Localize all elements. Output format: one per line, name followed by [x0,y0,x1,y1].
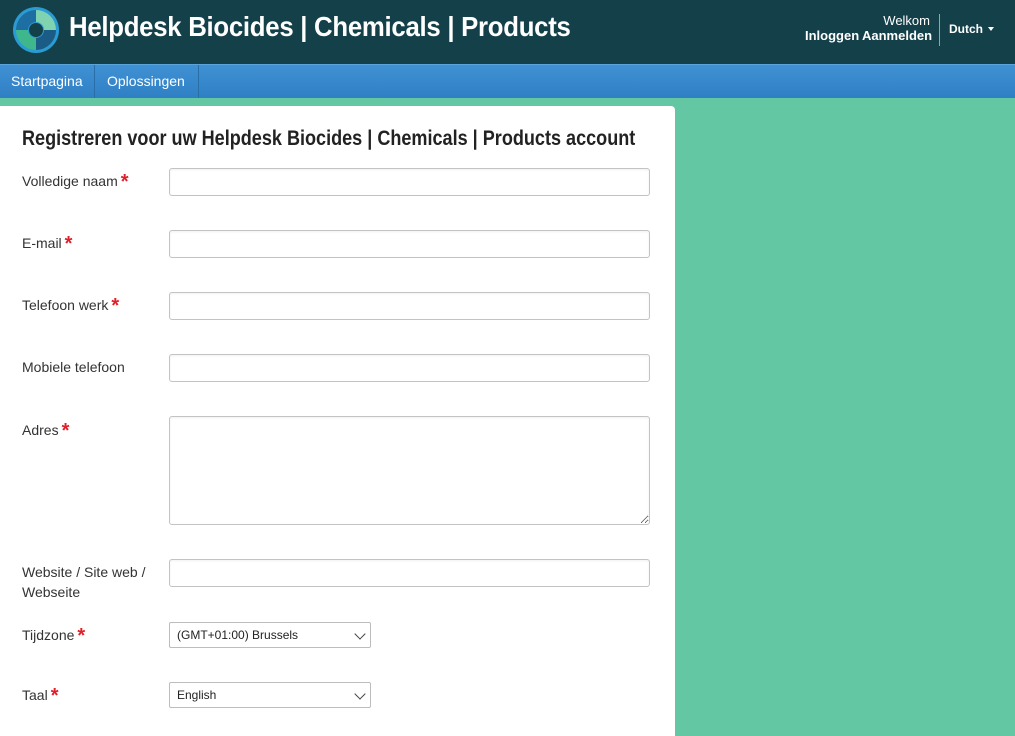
address-label: Adres * [22,420,70,442]
website-label: Website / Site web / Webseite [22,564,146,600]
required-marker: * [120,171,129,193]
chevron-down-icon [354,688,366,700]
form-title: Registreren voor uw Helpdesk Biocides | … [22,127,636,150]
timezone-value: (GMT+01:00) Brussels [177,628,299,642]
welcome-text: Welkom [883,13,930,28]
required-marker: * [77,625,86,647]
language-label: Dutch [949,22,983,36]
timezone-select[interactable]: (GMT+01:00) Brussels [169,622,371,648]
full-name-label: Volledige naam * [22,171,129,193]
nav-item-startpagina[interactable]: Startpagina [0,65,95,98]
header-divider [939,14,940,46]
login-link[interactable]: Inloggen [805,28,859,43]
nav-item-oplossingen[interactable]: Oplossingen [94,65,199,98]
work-phone-input[interactable] [169,292,650,320]
top-header: Helpdesk Biocides | Chemicals | Products… [0,0,1015,64]
signup-link[interactable]: Aanmelden [862,28,932,43]
email-label: E-mail * [22,233,73,255]
brand-title: Helpdesk Biocides | Chemicals | Products [69,11,571,42]
required-marker: * [50,685,59,707]
required-marker: * [61,420,70,442]
timezone-label: Tijdzone * [22,625,86,647]
main-nav: Startpagina Oplossingen [0,64,1015,98]
full-name-input[interactable] [169,168,650,196]
mobile-phone-input[interactable] [169,354,650,382]
caret-down-icon [988,27,994,31]
chevron-down-icon [354,628,366,640]
required-marker: * [64,233,73,255]
helpdesk-logo-icon[interactable] [12,6,60,54]
language-value: English [177,688,217,702]
work-phone-label: Telefoon werk * [22,295,120,317]
language-label-field: Taal * [22,685,59,707]
language-dropdown[interactable]: Dutch [949,22,994,36]
website-input[interactable] [169,559,650,587]
address-textarea[interactable] [169,416,650,525]
mobile-phone-label: Mobiele telefoon [22,359,125,375]
required-marker: * [111,295,120,317]
email-input[interactable] [169,230,650,258]
language-select[interactable]: English [169,682,371,708]
